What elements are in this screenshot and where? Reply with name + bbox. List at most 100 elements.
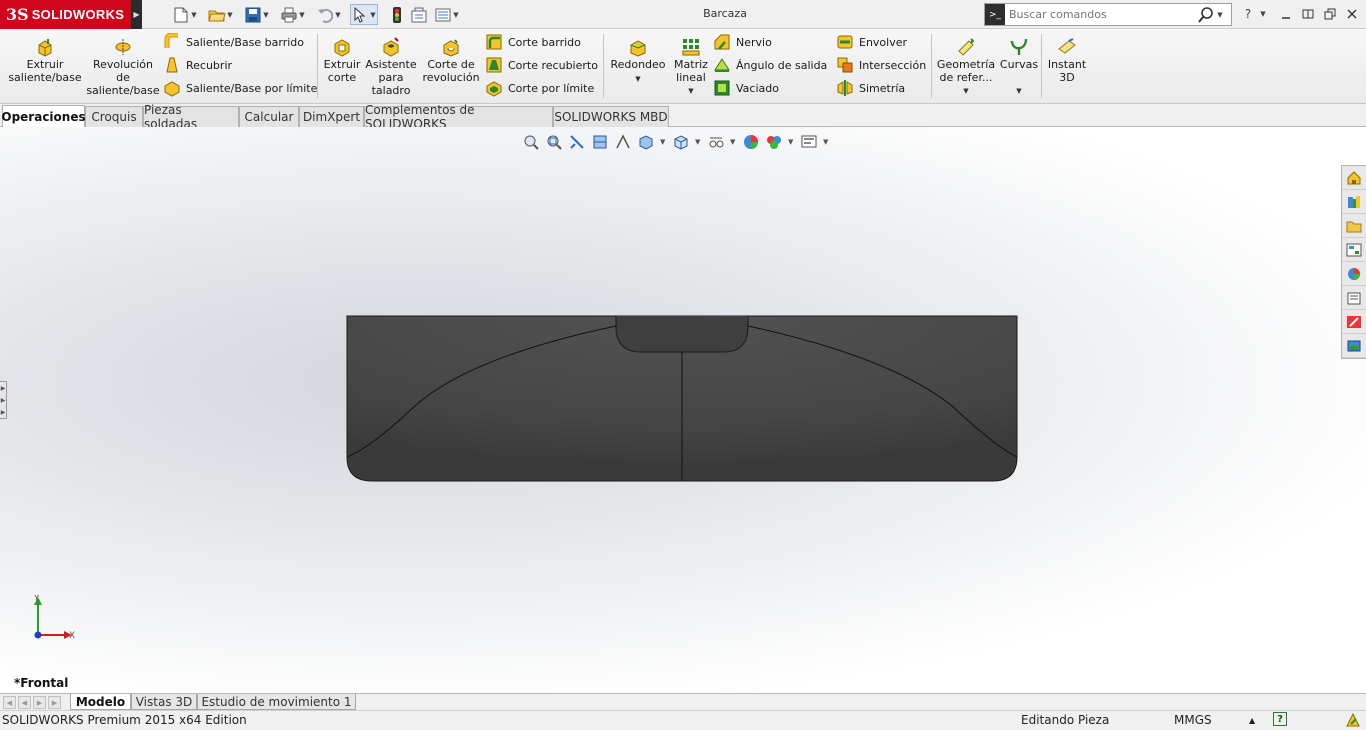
next-tab-button[interactable]: ▶ xyxy=(33,696,46,709)
chevron-down-icon[interactable]: ▼ xyxy=(262,11,270,19)
tile-horizontal-icon[interactable] xyxy=(1247,127,1263,128)
select-button[interactable]: ▼ xyxy=(350,4,378,25)
tab-model[interactable]: Modelo xyxy=(70,694,131,710)
restore-icon[interactable] xyxy=(1316,127,1332,128)
zoom-to-fit-icon[interactable] xyxy=(522,133,542,151)
tab-addins[interactable]: Complementos de SOLIDWORKS xyxy=(364,103,553,131)
hole-wizard-button[interactable]: Asistente para taladro xyxy=(365,37,417,97)
design-library-icon[interactable] xyxy=(1342,190,1366,214)
solidworks-forum-icon[interactable] xyxy=(1342,310,1366,334)
view-settings-icon[interactable] xyxy=(800,133,820,151)
view-palette-icon[interactable] xyxy=(1342,238,1366,262)
fillet-button[interactable]: Redondeo ▼ xyxy=(608,37,668,83)
chevron-down-icon[interactable]: ▼ xyxy=(1215,11,1225,19)
tab-dimxpert[interactable]: DimXpert xyxy=(299,106,364,127)
display-style-icon[interactable] xyxy=(672,133,692,151)
swept-boss-button[interactable]: Saliente/Base barrido xyxy=(163,32,304,52)
apply-scene-icon[interactable] xyxy=(765,133,785,151)
chevron-down-icon[interactable]: ▼ xyxy=(334,11,342,19)
mirror-button[interactable]: Simetría xyxy=(836,78,905,98)
draft-button[interactable]: Ángulo de salida xyxy=(713,55,827,75)
unit-system-caret[interactable]: ▲ xyxy=(1249,716,1255,725)
search-icon[interactable] xyxy=(1197,6,1215,24)
chevron-down-icon[interactable]: ▼ xyxy=(963,87,968,95)
chevron-down-icon[interactable]: ▼ xyxy=(226,11,234,19)
chevron-down-icon[interactable]: ▼ xyxy=(298,11,306,19)
barge-model[interactable] xyxy=(346,315,1019,483)
tab-motion-study[interactable]: Estudio de movimiento 1 xyxy=(197,694,356,710)
tile-vertical-icon[interactable] xyxy=(1270,127,1286,128)
tab-weldments[interactable]: Piezas soldadas xyxy=(143,103,239,131)
menu-expand-arrow[interactable]: ▶ xyxy=(131,0,142,29)
boundary-cut-button[interactable]: Corte por límite xyxy=(485,78,594,98)
tile-icon[interactable] xyxy=(1298,4,1318,24)
edit-appearance-icon[interactable] xyxy=(742,133,762,151)
previous-view-icon[interactable] xyxy=(568,133,588,151)
first-tab-button[interactable]: ◀ xyxy=(3,696,16,709)
undo-button[interactable]: ▼ xyxy=(316,4,342,25)
graphics-area[interactable]: ▼ ▼ ▼ ▼ ▼ ▶ ▶ ▶ Y X *Frontal xyxy=(0,127,1366,693)
file-explorer-icon[interactable] xyxy=(1342,214,1366,238)
zoom-to-area-icon[interactable] xyxy=(545,133,565,151)
rebuild-status-icon[interactable] xyxy=(1345,712,1361,730)
options-button[interactable]: ▼ xyxy=(434,4,460,25)
extrude-boss-button[interactable]: Extruir saliente/base xyxy=(8,37,82,84)
last-tab-button[interactable]: ▶ xyxy=(48,696,61,709)
shell-button[interactable]: Vaciado xyxy=(713,78,779,98)
chevron-down-icon[interactable]: ▼ xyxy=(788,138,796,146)
solidworks-resources-icon[interactable] xyxy=(1342,166,1366,190)
chevron-down-icon[interactable]: ▼ xyxy=(730,138,738,146)
file-properties-button[interactable] xyxy=(410,4,428,25)
tab-features[interactable]: Operaciones xyxy=(1,105,86,127)
quick-tips-help-icon[interactable]: ? xyxy=(1273,712,1287,726)
revolve-boss-button[interactable]: Revolución de saliente/base xyxy=(86,37,160,97)
chevron-down-icon[interactable]: ▼ xyxy=(635,75,640,83)
tab-mbd[interactable]: SOLIDWORKS MBD xyxy=(553,106,669,127)
dynamic-annotation-icon[interactable] xyxy=(614,133,634,151)
curves-button[interactable]: Curvas ▼ xyxy=(1000,37,1038,95)
intersect-button[interactable]: Intersección xyxy=(836,55,926,75)
chevron-down-icon[interactable]: ▼ xyxy=(823,138,831,146)
tab-evaluate[interactable]: Calcular xyxy=(239,106,299,127)
custom-properties-icon[interactable] xyxy=(1342,286,1366,310)
minimize-icon[interactable] xyxy=(1293,127,1309,128)
chevron-down-icon[interactable]: ▼ xyxy=(660,138,668,146)
reference-geometry-button[interactable]: Geometría de refer... ▼ xyxy=(936,37,996,95)
view-orientation-icon[interactable] xyxy=(637,133,657,151)
restore-icon[interactable] xyxy=(1320,4,1340,24)
chevron-down-icon[interactable]: ▼ xyxy=(190,11,198,19)
solidworks-logo[interactable]: 3S SOLIDWORKS xyxy=(0,0,131,29)
previous-tab-button[interactable]: ◀ xyxy=(18,696,31,709)
chevron-down-icon[interactable]: ▼ xyxy=(688,87,693,95)
extrude-cut-button[interactable]: Extruir corte xyxy=(322,37,362,84)
rib-button[interactable]: Nervio xyxy=(713,32,772,52)
search-box[interactable]: >_ ▼ xyxy=(984,3,1232,26)
print-button[interactable]: ▼ xyxy=(280,4,306,25)
wrap-button[interactable]: Envolver xyxy=(836,32,907,52)
lofted-cut-button[interactable]: Corte recubierto xyxy=(485,55,598,75)
close-icon[interactable] xyxy=(1342,4,1362,24)
feature-manager-expand-handle[interactable]: ▶ ▶ ▶ xyxy=(0,381,7,419)
close-icon[interactable] xyxy=(1339,127,1355,128)
lofted-boss-button[interactable]: Recubrir xyxy=(163,55,232,75)
chevron-down-icon[interactable]: ▼ xyxy=(1016,87,1021,95)
hide-show-items-icon[interactable] xyxy=(707,133,727,151)
chevron-down-icon[interactable]: ▼ xyxy=(369,11,377,19)
rebuild-button[interactable] xyxy=(388,4,406,25)
revolve-cut-button[interactable]: Corte de revolución xyxy=(422,37,480,84)
chevron-down-icon[interactable]: ▼ xyxy=(1258,4,1268,24)
save-button[interactable]: ▼ xyxy=(244,4,270,25)
command-prompt-icon[interactable]: >_ xyxy=(985,4,1005,25)
unit-system-label[interactable]: MMGS xyxy=(1174,713,1212,727)
swept-cut-button[interactable]: Corte barrido xyxy=(485,32,581,52)
instant3d-button[interactable]: Instant 3D xyxy=(1046,37,1088,84)
boundary-boss-button[interactable]: Saliente/Base por límite xyxy=(163,78,317,98)
new-document-button[interactable]: ▼ xyxy=(172,4,198,25)
chevron-down-icon[interactable]: ▼ xyxy=(452,11,460,19)
appearance-scenes-icon[interactable] xyxy=(1342,334,1366,358)
help-icon[interactable]: ? xyxy=(1238,4,1258,24)
appearances-icon[interactable] xyxy=(1342,262,1366,286)
open-button[interactable]: ▼ xyxy=(208,4,234,25)
section-view-icon[interactable] xyxy=(591,133,611,151)
search-input[interactable] xyxy=(1009,8,1197,21)
